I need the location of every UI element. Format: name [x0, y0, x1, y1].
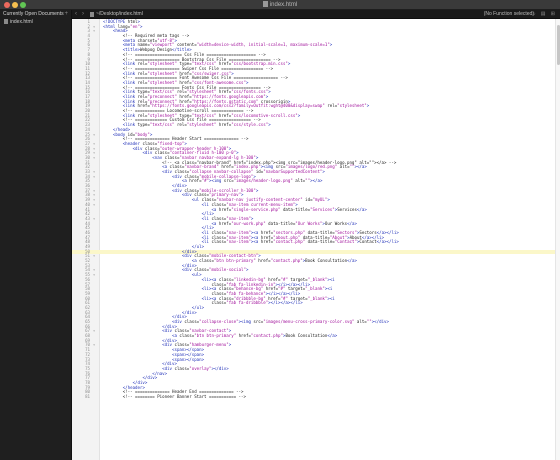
sidebar-header: Currently Open Documents +: [0, 10, 71, 19]
back-arrow-icon[interactable]: ‹: [75, 10, 77, 19]
code-editor[interactable]: 1 <!DOCTYPE html> 2 ▾ <html lang="en"> 3 ▾ <he…: [72, 19, 560, 460]
editor-toolbar-icons[interactable]: ◇ ▤ ⊞: [531, 10, 557, 19]
file-type-icon: [90, 12, 94, 17]
window-title: index.html: [0, 1, 560, 9]
file-path-menu[interactable]: ~/Desktop/index.html: [96, 10, 143, 19]
html-file-icon: [4, 19, 8, 24]
open-documents-sidebar: Currently Open Documents + index.html: [0, 10, 72, 460]
line-number: 81: [85, 394, 90, 399]
function-selector[interactable]: (No Function selected): [484, 10, 534, 19]
code-lines: 1 <!DOCTYPE html> 2 ▾ <html lang="en"> 3 ▾ <he…: [72, 19, 560, 400]
editor-navigation-bar: ‹ › ~/Desktop/index.html (No Function se…: [72, 10, 560, 19]
add-document-button[interactable]: +: [64, 10, 68, 19]
sidebar-file-index-html[interactable]: index.html: [0, 19, 71, 26]
window-title-text: index.html: [269, 2, 298, 8]
window-titlebar: index.html: [0, 0, 560, 10]
code-line[interactable]: 81 <!-- ======== Pioneer Banner Start ==…: [72, 394, 560, 400]
sidebar-header-label: Currently Open Documents: [3, 11, 64, 17]
forward-arrow-icon[interactable]: ›: [82, 10, 84, 19]
document-icon: [262, 1, 268, 7]
vertical-scrollbar[interactable]: [555, 19, 560, 460]
code-text: <!-- ======== Pioneer Banner Start =====…: [103, 394, 246, 399]
sidebar-file-label: index.html: [10, 19, 33, 25]
